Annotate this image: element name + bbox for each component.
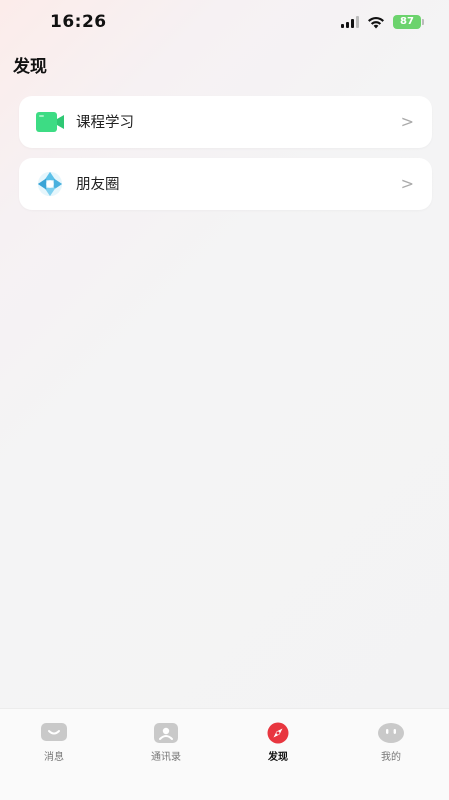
tab-discover[interactable]: 发现 <box>243 722 313 763</box>
video-camera-icon <box>36 112 64 132</box>
tab-label: 消息 <box>44 752 64 763</box>
list-item-label: 朋友圈 <box>76 177 120 193</box>
bottom-tab-bar: 消息 通讯录 发现 我的 <box>0 708 449 800</box>
status-bar: 16:26 87 <box>0 0 449 46</box>
contacts-icon <box>153 723 179 743</box>
battery-level: 87 <box>400 16 414 27</box>
status-icons: 87 <box>341 15 424 29</box>
tab-label: 通讯录 <box>151 752 181 763</box>
tab-label: 我的 <box>381 752 401 763</box>
profile-icon <box>378 723 404 743</box>
cellular-signal-icon <box>341 16 359 28</box>
wifi-icon <box>368 16 384 28</box>
list-item-course-study[interactable]: 课程学习 > <box>19 96 432 148</box>
tab-contacts[interactable]: 通讯录 <box>131 723 201 763</box>
aperture-icon <box>37 171 63 197</box>
tab-label: 发现 <box>268 752 288 763</box>
list-item-label: 课程学习 <box>76 115 134 131</box>
message-icon <box>41 723 67 743</box>
battery-indicator: 87 <box>393 15 424 29</box>
chevron-right-icon: > <box>400 174 414 193</box>
status-time: 16:26 <box>50 12 107 32</box>
tab-profile[interactable]: 我的 <box>356 723 426 763</box>
chevron-right-icon: > <box>400 112 414 131</box>
compass-icon <box>265 722 291 744</box>
tab-messages[interactable]: 消息 <box>19 723 89 763</box>
page-title: 发现 <box>13 57 47 77</box>
list-item-moments[interactable]: 朋友圈 > <box>19 158 432 210</box>
